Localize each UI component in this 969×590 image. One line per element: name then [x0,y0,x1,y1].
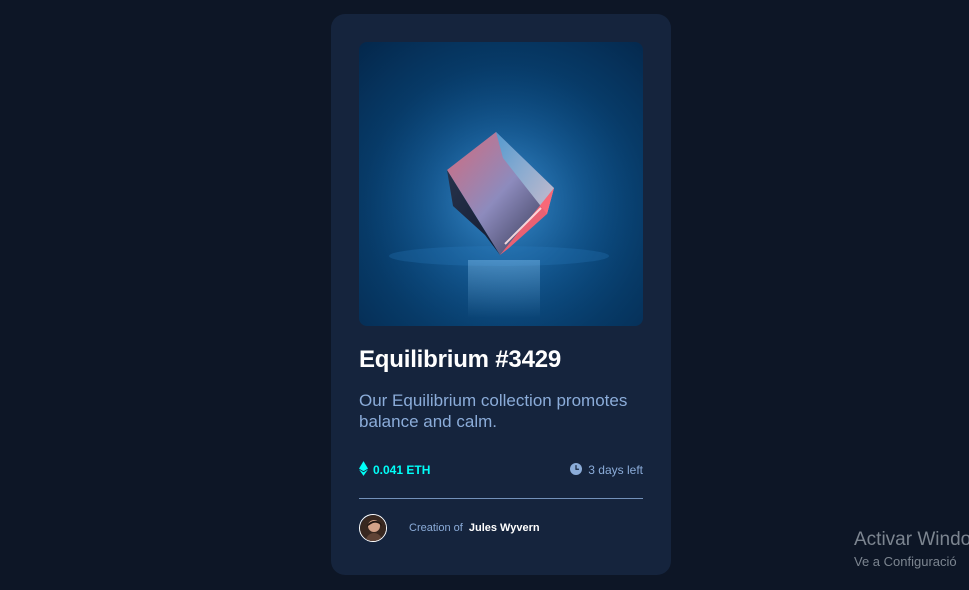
creator-name[interactable]: Jules Wyvern [469,522,540,534]
creator-prefix: Creation of [409,522,463,534]
card-divider [359,498,643,499]
price-value: 0.041 ETH [373,463,431,477]
nft-description: Our Equilibrium collection promotes bala… [359,391,628,431]
time-left-text: 3 days left [588,463,643,477]
nft-image[interactable] [359,42,643,326]
creator-attribution: Creation of Jules Wyvern [359,513,540,543]
watermark-subtitle: Ve a Configuració [854,554,957,569]
time-remaining-display: 3 days left [570,461,643,479]
nft-preview-page: Equilibrium #3429 Our Equilibrium collec… [0,0,969,590]
creator-text: Creation of Jules Wyvern [409,522,540,534]
watermark-title: Activar Windo [854,529,969,550]
nft-title[interactable]: Equilibrium #3429 [359,345,561,375]
price-display: 0.041 ETH [359,461,430,479]
windows-activation-watermark: Activar Windo Ve a Configuració [854,529,969,571]
clock-icon [570,462,583,478]
nft-card: Equilibrium #3429 Our Equilibrium collec… [331,14,671,575]
avatar [359,514,387,542]
ethereum-icon [359,461,368,479]
cube-artwork [359,42,643,326]
